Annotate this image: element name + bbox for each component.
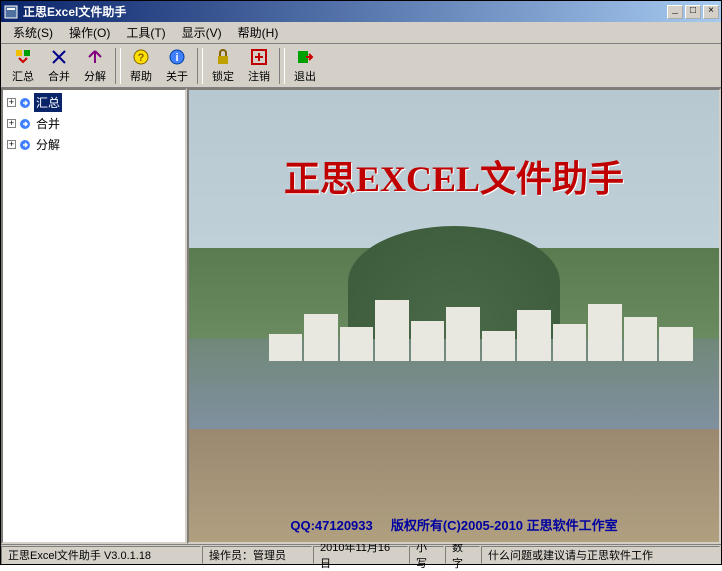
splash-title: 正思EXCEL文件助手 [189,150,719,202]
close-button[interactable]: × [703,5,719,19]
toolbar-separator [197,48,203,84]
splash-background: 正思EXCEL文件助手 QQ:47120933 版权所有(C)2005-2010… [189,90,719,542]
toolbar-merge-button[interactable]: 合并 [41,46,77,86]
toolbar-logout-button[interactable]: 注销 [241,46,277,86]
toolbar-separator [279,48,285,84]
menu-view[interactable]: 显示(V) [174,22,230,43]
tree-panel[interactable]: + 汇总 + 合并 + 分解 [1,88,187,544]
svg-text:i: i [175,52,178,64]
window-controls: _ □ × [667,5,719,19]
expand-icon[interactable]: + [7,98,16,107]
status-caps: 小写 [409,546,444,564]
toolbar-lock-button[interactable]: 锁定 [205,46,241,86]
splash-qq: QQ:47120933 [290,518,372,533]
arrow-icon [18,96,32,110]
toolbar-about-button[interactable]: i 关于 [159,46,195,86]
about-icon: i [167,47,187,67]
merge-icon [49,47,69,67]
statusbar: 正思Excel文件助手 V3.0.1.18 操作员：管理员 2010年11月16… [1,544,721,564]
app-icon [3,4,19,20]
help-icon: ? [131,47,151,67]
exit-icon [295,47,315,67]
splash-copyright: 版权所有(C)2005-2010 正思软件工作室 [391,518,618,533]
menubar: 系统(S) 操作(O) 工具(T) 显示(V) 帮助(H) [1,22,721,44]
tree-label: 汇总 [34,93,62,112]
logout-icon [249,47,269,67]
titlebar-title: 正思Excel文件助手 [23,3,667,20]
split-icon [85,47,105,67]
toolbar: 汇总 合并 分解 ? 帮助 i 关于 锁定 注销 退 [1,44,721,88]
content-panel: 正思EXCEL文件助手 QQ:47120933 版权所有(C)2005-2010… [187,88,721,544]
tree-item-split[interactable]: + 分解 [5,134,183,155]
expand-icon[interactable]: + [7,140,16,149]
tree-label: 合并 [34,114,62,133]
maximize-button[interactable]: □ [685,5,701,19]
status-app-version: 正思Excel文件助手 V3.0.1.18 [1,546,201,564]
splash-footer: QQ:47120933 版权所有(C)2005-2010 正思软件工作室 [189,515,719,534]
splash-buildings [269,293,693,361]
titlebar: 正思Excel文件助手 _ □ × [1,1,721,22]
toolbar-exit-button[interactable]: 退出 [287,46,323,86]
expand-icon[interactable]: + [7,119,16,128]
toolbar-help-button[interactable]: ? 帮助 [123,46,159,86]
arrow-icon [18,138,32,152]
main-area: + 汇总 + 合并 + 分解 正思EXCEL文件助手 [1,88,721,544]
toolbar-summary-button[interactable]: 汇总 [5,46,41,86]
status-operator: 操作员：管理员 [202,546,312,564]
arrow-icon [18,117,32,131]
summary-icon [13,47,33,67]
status-message: 什么问题或建议请与正思软件工作 [481,546,720,564]
tree-item-merge[interactable]: + 合并 [5,113,183,134]
menu-system[interactable]: 系统(S) [5,22,61,43]
toolbar-split-button[interactable]: 分解 [77,46,113,86]
main-window: 正思Excel文件助手 _ □ × 系统(S) 操作(O) 工具(T) 显示(V… [0,0,722,565]
menu-tools[interactable]: 工具(T) [118,22,173,43]
menu-help[interactable]: 帮助(H) [230,22,287,43]
tree-label: 分解 [34,135,62,154]
minimize-button[interactable]: _ [667,5,683,19]
status-date: 2010年11月16日 [313,546,408,564]
menu-operation[interactable]: 操作(O) [61,22,118,43]
toolbar-separator [115,48,121,84]
tree-item-summary[interactable]: + 汇总 [5,92,183,113]
lock-icon [213,47,233,67]
status-num: 数字 [445,546,480,564]
svg-text:?: ? [138,52,145,64]
